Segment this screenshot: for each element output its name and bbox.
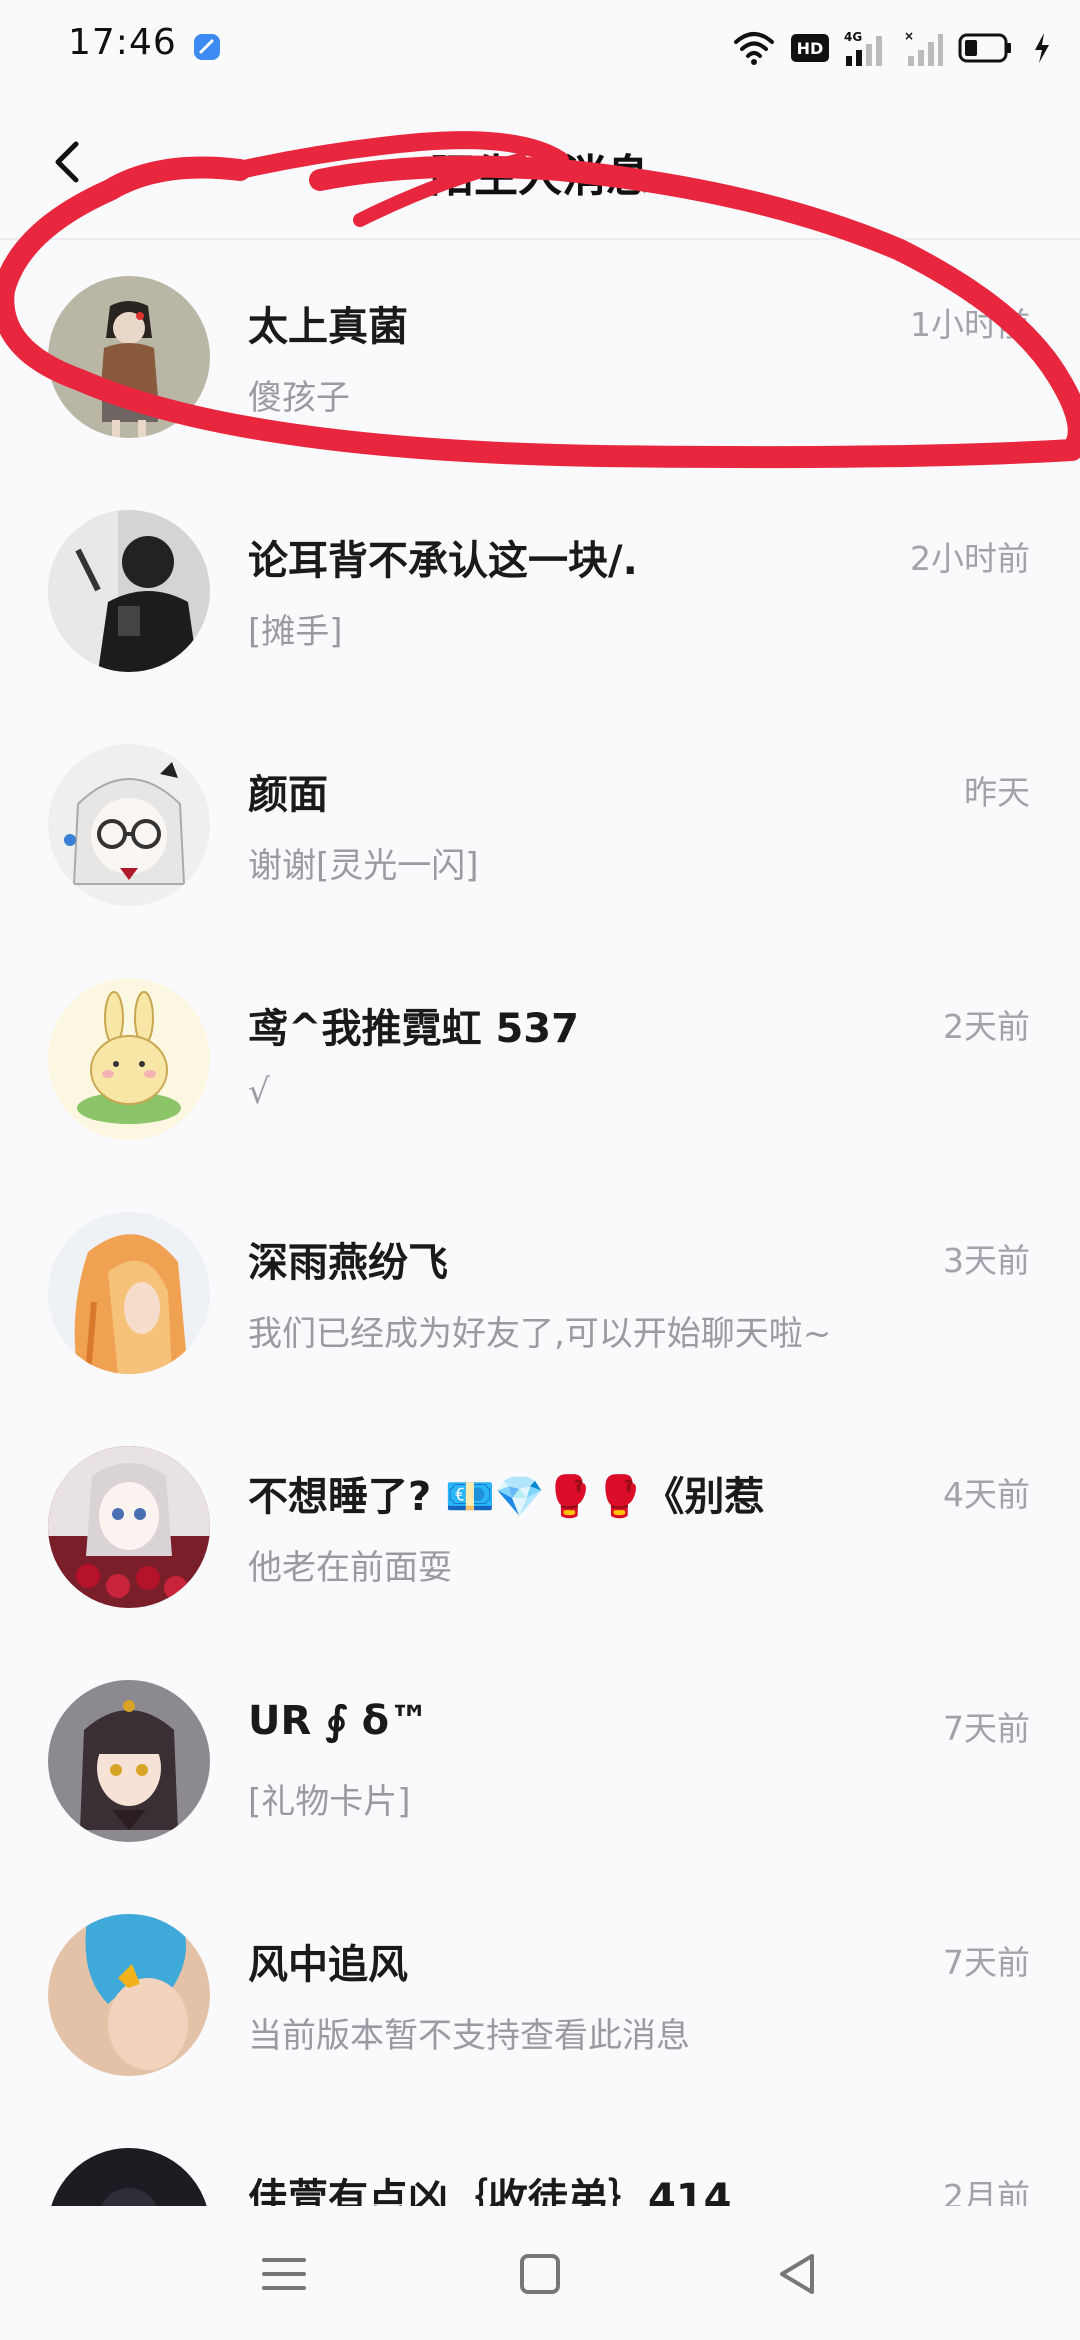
svg-text:×: × [904,29,914,43]
conversation-name: 佳萱有点凶｛收徒弟｝414 [248,2176,732,2206]
conversation-time: 2天前 [943,1007,1030,1046]
back-triangle-icon [780,2254,814,2294]
conversation-preview: 他老在前面耍 [248,1548,452,1588]
blue-hair-avatar-icon [48,1914,210,2076]
conversation-name: 颜面 [248,772,328,818]
svg-text:HD: HD [797,39,824,58]
avatar[interactable] [48,276,210,438]
app-notification-icon [192,32,222,62]
avatar[interactable] [48,510,210,672]
conversation-row[interactable]: 颜面 谢谢[灵光一闪] 昨天 [0,708,1080,942]
conversation-name: 鸢^我推霓虹 537 [248,1006,579,1052]
conversation-preview: [摊手] [248,612,343,652]
conversation-row[interactable]: 风中追风 当前版本暂不支持查看此消息 7天前 [0,1878,1080,2112]
svg-text:4G: 4G [844,30,862,44]
conversation-list[interactable]: 太上真菌 傻孩子 1小时前 论耳背不承认这一块/. [摊手] 2小时前 颜面 谢… [0,240,1080,2206]
hd-icon: HD [790,31,830,65]
anime-girl-roses-avatar-icon [48,1446,210,1608]
conversation-row[interactable]: UR ∮ δ™ [礼物卡片] 7天前 [0,1644,1080,1878]
conversation-name: 不想睡了? 💶💎🥊🥊《别惹 [248,1474,765,1520]
avatar[interactable] [48,1914,210,2076]
screen: 17:46 HD 4G × 陌生人消息 太上真菌 傻孩子 1小时前 论耳背不承认… [0,0,1080,2340]
conversation-row[interactable]: 深雨燕纷飞 我们已经成为好友了,可以开始聊天啦~ 3天前 [0,1176,1080,1410]
conversation-preview: √ [248,1072,270,1112]
conversation-preview: 傻孩子 [248,378,350,418]
conversation-time: 昨天 [964,773,1030,812]
battery-icon [958,31,1018,65]
conversation-name: 太上真菌 [248,304,408,350]
orange-hair-avatar-icon [48,1212,210,1374]
glasses-girl-avatar-icon [48,744,210,906]
conversation-time: 2小时前 [910,539,1030,578]
conversation-time: 7天前 [943,1709,1030,1748]
conversation-name: 风中追风 [248,1942,408,1988]
home-square-icon [520,2254,560,2294]
conversation-time: 2月前 [943,2177,1030,2206]
conversation-row[interactable]: 佳萱有点凶｛收徒弟｝414 2月前 [0,2112,1080,2206]
menu-icon [262,2258,306,2290]
conversation-time: 1小时前 [910,305,1030,344]
header: 陌生人消息 [0,96,1080,240]
dark-avatar-icon [48,2148,210,2206]
avatar[interactable] [48,1446,210,1608]
anime-girl-bangs-avatar-icon [48,1680,210,1842]
conversation-preview: 当前版本暂不支持查看此消息 [248,2016,690,2056]
conversation-time: 4天前 [943,1475,1030,1514]
bunny-avatar-icon [48,978,210,1140]
recent-apps-button[interactable] [254,2244,314,2304]
conversation-name: 论耳背不承认这一块/. [248,538,638,584]
status-bar: 17:46 HD 4G × [0,0,1080,96]
girl-brown-dress-avatar-icon [48,276,210,438]
status-icons: HD 4G × [732,26,1052,70]
wifi-icon [732,30,776,66]
dark-figure-avatar-icon [48,510,210,672]
signal-no-service-icon: × [904,28,944,68]
home-button[interactable] [510,2244,570,2304]
status-time: 17:46 [68,22,177,63]
conversation-row[interactable]: 论耳背不承认这一块/. [摊手] 2小时前 [0,474,1080,708]
page-title: 陌生人消息 [430,151,650,202]
conversation-preview: 谢谢[灵光一闪] [248,846,479,886]
avatar[interactable] [48,1212,210,1374]
signal-4g-icon: 4G [844,28,890,68]
conversation-preview: 我们已经成为好友了,可以开始聊天啦~ [248,1314,832,1354]
conversation-time: 3天前 [943,1241,1030,1280]
conversation-row[interactable]: 鸢^我推霓虹 537 √ 2天前 [0,942,1080,1176]
conversation-row[interactable]: 太上真菌 傻孩子 1小时前 [0,240,1080,474]
conversation-preview: [礼物卡片] [248,1782,411,1822]
avatar[interactable] [48,978,210,1140]
conversation-name: 深雨燕纷飞 [248,1240,448,1286]
conversation-time: 7天前 [943,1943,1030,1982]
bottom-navigation-bar [0,2206,1080,2340]
avatar[interactable] [48,1680,210,1842]
system-back-button[interactable] [768,2244,828,2304]
conversation-row[interactable]: 不想睡了? 💶💎🥊🥊《别惹 他老在前面耍 4天前 [0,1410,1080,1644]
conversation-name: UR ∮ δ™ [248,1698,430,1744]
charging-icon [1032,31,1052,65]
avatar[interactable] [48,2148,210,2206]
avatar[interactable] [48,744,210,906]
